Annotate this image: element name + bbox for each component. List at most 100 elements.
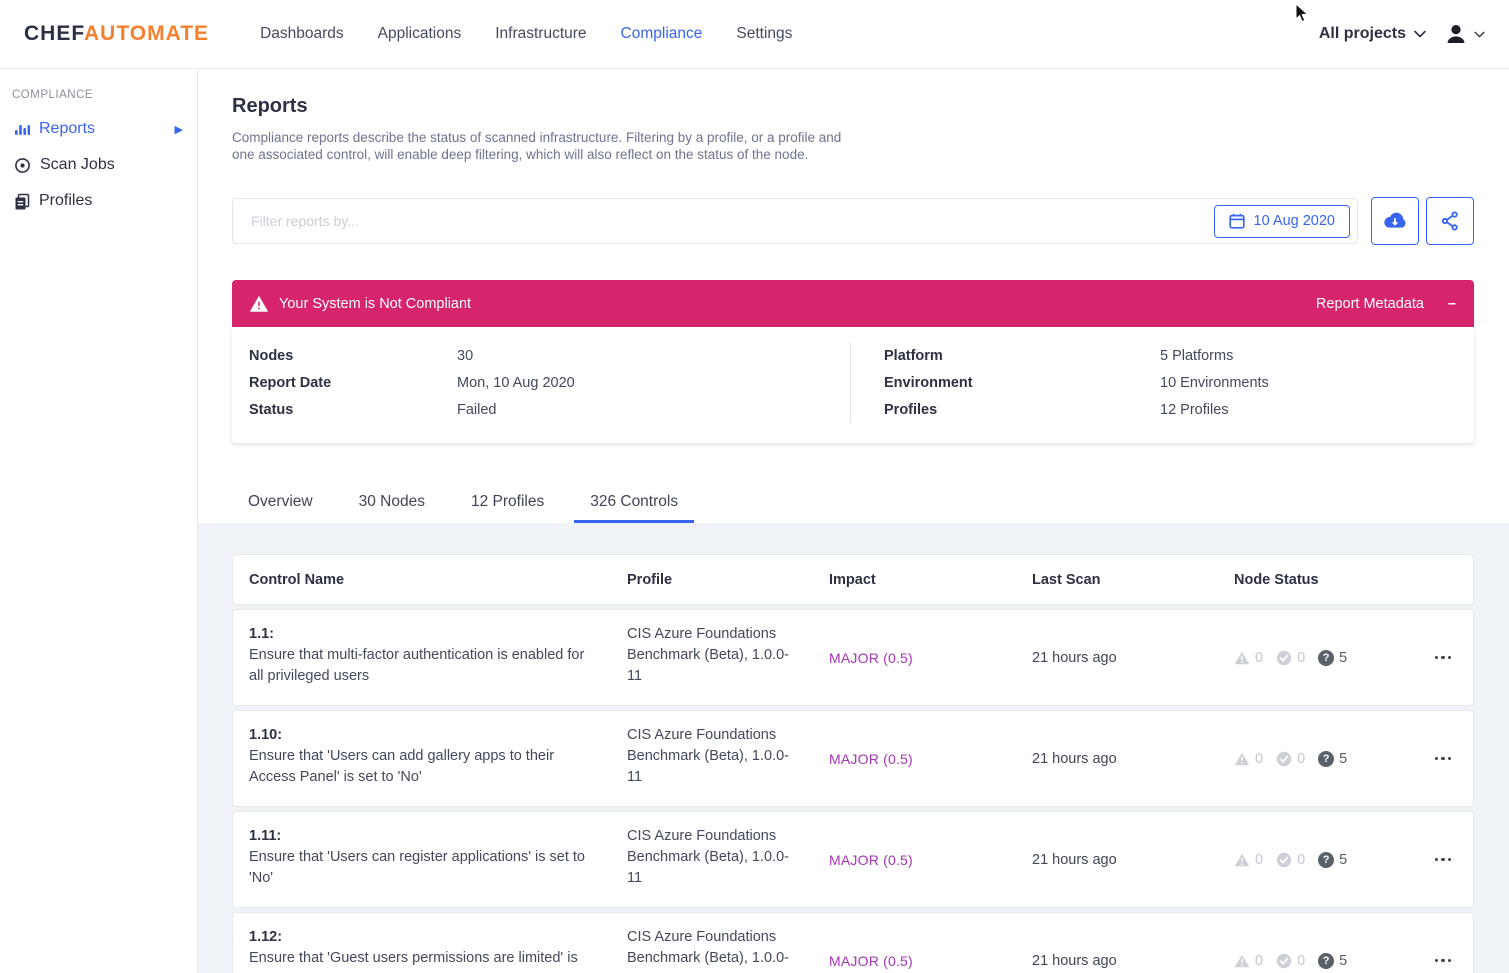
nav-infrastructure[interactable]: Infrastructure bbox=[478, 25, 603, 43]
table-row[interactable]: 1.10: Ensure that 'Users can add gallery… bbox=[232, 710, 1474, 807]
control-description: Ensure that 'Users can add gallery apps … bbox=[249, 748, 554, 785]
share-icon bbox=[1439, 210, 1461, 232]
warning-triangle-icon bbox=[250, 296, 268, 312]
filter-bar: 10 Aug 2020 bbox=[232, 198, 1358, 244]
filter-reports-input[interactable] bbox=[233, 199, 1214, 243]
last-scan-cell: 21 hours ago bbox=[1032, 650, 1234, 666]
table-row[interactable]: 1.11: Ensure that 'Users can register ap… bbox=[232, 811, 1474, 908]
control-name-cell: 1.10: Ensure that 'Users can add gallery… bbox=[249, 725, 627, 788]
more-options-icon[interactable] bbox=[1435, 953, 1452, 969]
nav-settings[interactable]: Settings bbox=[719, 25, 809, 43]
nav-compliance[interactable]: Compliance bbox=[604, 25, 720, 43]
metadata-value: Mon, 10 Aug 2020 bbox=[457, 375, 575, 391]
tab-nodes[interactable]: 30 Nodes bbox=[343, 483, 441, 523]
metadata-value: 10 Environments bbox=[1160, 375, 1269, 391]
metadata-value: 30 bbox=[457, 348, 473, 364]
check-circle-icon bbox=[1276, 953, 1292, 969]
control-name-cell: 1.1: Ensure that multi-factor authentica… bbox=[249, 624, 627, 687]
table-row[interactable]: 1.1: Ensure that multi-factor authentica… bbox=[232, 609, 1474, 706]
failed-count: 0 bbox=[1255, 751, 1263, 767]
sidebar-item-label: Reports bbox=[39, 120, 95, 138]
metadata-label: Environment bbox=[884, 375, 1160, 391]
sidebar-item-scan-jobs[interactable]: Scan Jobs bbox=[0, 147, 197, 183]
more-options-icon[interactable] bbox=[1435, 650, 1452, 666]
control-description: Ensure that 'Guest users permissions are… bbox=[249, 950, 578, 973]
tab-overview[interactable]: Overview bbox=[232, 483, 329, 523]
control-name-cell: 1.12: Ensure that 'Guest users permissio… bbox=[249, 927, 627, 973]
metadata-value: 12 Profiles bbox=[1160, 402, 1229, 418]
check-circle-icon bbox=[1276, 852, 1292, 868]
report-metadata-toggle[interactable]: Report Metadata – bbox=[1316, 296, 1456, 312]
impact-cell: MAJOR (0.5) bbox=[829, 953, 1032, 969]
table-row[interactable]: 1.12: Ensure that 'Guest users permissio… bbox=[232, 912, 1474, 973]
sidebar-item-label: Profiles bbox=[39, 192, 92, 210]
unknown-count: 5 bbox=[1339, 751, 1347, 767]
unknown-count: 5 bbox=[1339, 650, 1347, 666]
node-status-cell: 0 0 ? 5 bbox=[1234, 751, 1421, 767]
page-title: Reports bbox=[232, 95, 1474, 118]
date-label: 10 Aug 2020 bbox=[1254, 213, 1335, 229]
app-logo[interactable]: CHEFAUTOMATE bbox=[24, 22, 209, 46]
sidebar: COMPLIANCE Reports ▶ Scan Jobs Profiles bbox=[0, 69, 198, 973]
node-status-cell: 0 0 ? 5 bbox=[1234, 650, 1421, 666]
controls-table: Control Name Profile Impact Last Scan No… bbox=[198, 523, 1509, 973]
user-menu[interactable] bbox=[1444, 22, 1485, 46]
metadata-row: Platform 5 Platforms bbox=[884, 342, 1474, 369]
more-options-icon[interactable] bbox=[1435, 751, 1452, 767]
tab-controls[interactable]: 326 Controls bbox=[574, 483, 694, 523]
warning-triangle-icon bbox=[1234, 752, 1250, 766]
metadata-right-column: Platform 5 Platforms Environment 10 Envi… bbox=[851, 342, 1474, 423]
nav-dashboards[interactable]: Dashboards bbox=[243, 25, 361, 43]
more-options-icon[interactable] bbox=[1435, 852, 1452, 868]
control-id: 1.11: bbox=[249, 828, 281, 844]
control-description: Ensure that 'Users can register applicat… bbox=[249, 849, 585, 886]
compliance-banner: Your System is Not Compliant Report Meta… bbox=[232, 280, 1474, 327]
question-circle-icon: ? bbox=[1318, 751, 1334, 767]
chevron-down-icon bbox=[1474, 31, 1485, 38]
check-circle-icon bbox=[1276, 751, 1292, 767]
check-circle-icon bbox=[1276, 650, 1292, 666]
download-report-button[interactable] bbox=[1371, 197, 1419, 245]
projects-label: All projects bbox=[1319, 25, 1406, 43]
question-circle-icon: ? bbox=[1318, 650, 1334, 666]
top-nav: CHEFAUTOMATE Dashboards Applications Inf… bbox=[0, 0, 1509, 69]
metadata-row: Nodes 30 bbox=[249, 342, 850, 369]
passed-count: 0 bbox=[1297, 650, 1305, 666]
question-circle-icon: ? bbox=[1318, 852, 1334, 868]
last-scan-cell: 21 hours ago bbox=[1032, 953, 1234, 969]
control-id: 1.1: bbox=[249, 626, 274, 642]
sidebar-item-profiles[interactable]: Profiles bbox=[0, 183, 197, 219]
logo-chef: CHEF bbox=[24, 22, 84, 45]
nav-applications[interactable]: Applications bbox=[361, 25, 479, 43]
passed-count: 0 bbox=[1297, 751, 1305, 767]
col-header-control-name: Control Name bbox=[249, 572, 627, 588]
report-metadata-panel: Nodes 30 Report Date Mon, 10 Aug 2020 St… bbox=[232, 327, 1474, 443]
metadata-label: Platform bbox=[884, 348, 1160, 364]
metadata-value: Failed bbox=[457, 402, 497, 418]
nav-right: All projects bbox=[1319, 22, 1485, 46]
main-nav: Dashboards Applications Infrastructure C… bbox=[243, 25, 809, 43]
warning-triangle-icon bbox=[1234, 651, 1250, 665]
impact-cell: MAJOR (0.5) bbox=[829, 650, 1032, 666]
date-picker-button[interactable]: 10 Aug 2020 bbox=[1214, 205, 1350, 238]
table-header-row: Control Name Profile Impact Last Scan No… bbox=[232, 554, 1474, 605]
projects-dropdown[interactable]: All projects bbox=[1319, 25, 1426, 43]
share-report-button[interactable] bbox=[1426, 197, 1474, 245]
passed-count: 0 bbox=[1297, 852, 1305, 868]
last-scan-cell: 21 hours ago bbox=[1032, 751, 1234, 767]
report-tabs: Overview 30 Nodes 12 Profiles 326 Contro… bbox=[232, 483, 1474, 523]
node-status-cell: 0 0 ?5 bbox=[1234, 852, 1421, 868]
metadata-label: Report Date bbox=[249, 375, 457, 391]
sidebar-item-reports[interactable]: Reports ▶ bbox=[0, 111, 197, 147]
unknown-count: 5 bbox=[1339, 953, 1347, 969]
metadata-row: Environment 10 Environments bbox=[884, 369, 1474, 396]
profiles-icon bbox=[14, 193, 30, 210]
radar-icon bbox=[14, 157, 31, 174]
metadata-value: 5 Platforms bbox=[1160, 348, 1233, 364]
metadata-row: Status Failed bbox=[249, 396, 850, 423]
tab-profiles[interactable]: 12 Profiles bbox=[455, 483, 560, 523]
warning-triangle-icon bbox=[1234, 853, 1250, 867]
collapse-minus-icon: – bbox=[1448, 296, 1456, 312]
failed-count: 0 bbox=[1255, 650, 1263, 666]
col-header-impact: Impact bbox=[829, 572, 1032, 588]
